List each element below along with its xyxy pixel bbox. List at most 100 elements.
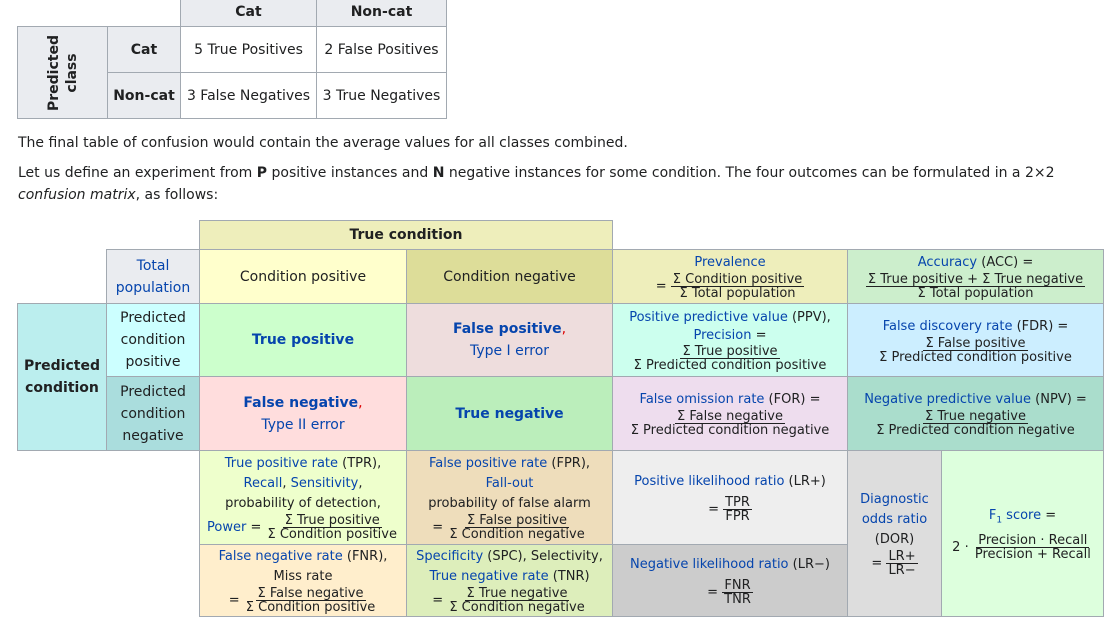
tnr-abbr: (TNR) — [548, 569, 590, 584]
dor-fraction: LR+ LR− — [886, 549, 918, 578]
tnr-den: Σ Condition negative — [449, 600, 585, 615]
fdr-abbr: (FDR) = — [1012, 318, 1069, 334]
fn-comma: , — [358, 394, 363, 411]
fn-text: 3 False Negatives — [186, 87, 311, 104]
true-condition-header: True condition — [199, 220, 613, 250]
p2-part-e: , as follows: — [135, 187, 219, 203]
row-noncat-label: Non-cat — [113, 87, 175, 104]
accuracy-num: Σ True positive + Σ True negative — [865, 272, 1086, 287]
tpr-link[interactable]: True positive rate — [225, 456, 338, 471]
plr-num: TPR — [723, 495, 752, 510]
paragraph-experiment: Let us define an experiment from P posit… — [18, 162, 1098, 206]
sensitivity-link[interactable]: Sensitivity — [291, 476, 359, 491]
dor-cell: Diagnostic odds ratio (DOR) = LR+ LR− — [847, 450, 942, 617]
tn-text: 3 True Negatives — [322, 87, 441, 104]
condition-negative-header: Condition negative — [406, 249, 613, 304]
predicted-class-label: Predicted class — [45, 35, 81, 111]
npv-abbr: (NPV) = — [1031, 392, 1087, 407]
plr-eq: = — [708, 502, 719, 517]
fnr-abbr: (FNR), — [342, 549, 388, 564]
tpr-cell: True positive rate (TPR), Recall, Sensit… — [199, 450, 407, 545]
fnr-link[interactable]: False negative rate — [219, 549, 343, 564]
plr-den: FPR — [725, 509, 750, 524]
true-negative-link[interactable]: True negative — [455, 406, 563, 422]
type-2-error-link[interactable]: Type II error — [261, 414, 344, 436]
fallout-link[interactable]: Fall-out — [486, 474, 534, 494]
dor-abbr: (DOR) — [874, 532, 915, 547]
col-noncat-label: Non-cat — [350, 3, 413, 20]
precision-link[interactable]: Precision — [693, 328, 751, 343]
dor-link[interactable]: Diagnostic odds ratio — [860, 490, 929, 530]
prevalence-den: Σ Total population — [679, 286, 796, 301]
negative-lr-abbr: (LR−) — [788, 557, 830, 572]
tpr-num: Σ True positive — [282, 513, 382, 528]
power-link[interactable]: Power — [207, 520, 246, 535]
dor-num: LR+ — [886, 549, 918, 564]
f1-score-link[interactable]: F1 score — [989, 508, 1041, 526]
col-header-noncat: Non-cat — [316, 0, 447, 27]
fp-text: 2 False Positives — [324, 41, 439, 58]
false-negative-link[interactable]: False negative — [243, 395, 358, 411]
fpr-den: Σ Condition negative — [449, 527, 585, 542]
fpr-link[interactable]: False positive rate — [429, 456, 547, 471]
condition-negative-label: Condition negative — [443, 268, 576, 285]
total-population-cell[interactable]: Total population — [106, 249, 200, 304]
prevalence-link[interactable]: Prevalence — [694, 253, 765, 273]
fpr-num: Σ False positive — [464, 513, 570, 528]
ppv-den: Σ Predicted condition positive — [633, 357, 827, 373]
tnr-cell: Specificity (SPC), Selectivity, True neg… — [406, 544, 613, 617]
predicted-condition-label: Predicted condition — [24, 358, 100, 396]
fpr-cell: False positive rate (FPR), Fall-out prob… — [406, 450, 613, 545]
fdr-link[interactable]: False discovery rate — [883, 319, 1013, 334]
false-positive-link[interactable]: False positive — [453, 321, 562, 337]
pcn-label: Predicted condition negative — [120, 383, 186, 444]
f1-eq: = — [1041, 507, 1057, 523]
fnr-fraction: Σ False negative Σ Condition positive — [244, 587, 378, 614]
true-positive-cell[interactable]: True positive — [199, 303, 407, 377]
fdr-num: Σ False positive — [923, 335, 1028, 351]
negative-lr-cell: Negative likelihood ratio (LR−) = FNR TNR — [612, 544, 848, 617]
f1-den: Precision + Recall — [974, 547, 1091, 563]
for-fraction: Σ False negative Σ Predicted condition ne… — [629, 410, 832, 437]
total-population-link[interactable]: Total population — [116, 255, 191, 299]
power-eq: = — [250, 520, 262, 535]
ppv-num: Σ True positive — [680, 343, 780, 359]
prevalence-num: Σ Condition positive — [670, 272, 805, 287]
tpr-den: Σ Condition positive — [267, 527, 397, 542]
specificity-link[interactable]: Specificity — [416, 549, 483, 564]
tnr-fraction: Σ True negative Σ Condition negative — [447, 587, 586, 614]
ppv-cell: Positive predictive value (PPV), Precisi… — [612, 303, 848, 377]
for-num: Σ False negative — [675, 409, 785, 424]
accuracy-link[interactable]: Accuracy — [918, 255, 977, 270]
paragraph-final-table: The final table of confusion would conta… — [18, 132, 628, 154]
plr-fraction: TPR FPR — [723, 496, 752, 523]
ppv-fraction: Σ True positive Σ Predicted condition pos… — [632, 345, 829, 372]
sensitivity-comma: , — [358, 476, 363, 491]
predicted-class-line1: Predicted — [45, 34, 62, 111]
nlr-eq: = — [707, 585, 719, 600]
true-positive-link[interactable]: True positive — [252, 332, 354, 348]
accuracy-abbr: (ACC) = — [977, 255, 1034, 270]
negative-lr-link[interactable]: Negative likelihood ratio — [630, 557, 789, 572]
false-positive-cell: False positive, Type I error — [406, 303, 613, 377]
npv-link[interactable]: Negative predictive value — [864, 392, 1031, 407]
tnr-link[interactable]: True negative rate — [429, 569, 548, 584]
cell-true-negatives: 3 True Negatives — [316, 72, 447, 119]
for-den: Σ Predicted condition negative — [630, 423, 830, 438]
true-negative-cell[interactable]: True negative — [406, 376, 613, 451]
ppv-link[interactable]: Positive predictive value — [629, 310, 788, 325]
npv-cell: Negative predictive value (NPV) = Σ True… — [847, 376, 1104, 451]
fdr-cell: False discovery rate (FDR) = Σ False pos… — [847, 303, 1104, 377]
tnr-eq: = — [432, 593, 444, 608]
fnr-eq: = — [228, 593, 240, 608]
positive-lr-abbr: (LR+) — [784, 474, 826, 489]
recall-link[interactable]: Recall — [244, 476, 283, 491]
fdr-fraction: Σ False positive Σ Predicted condition po… — [877, 337, 1074, 364]
type-1-error-link[interactable]: Type I error — [470, 340, 549, 362]
dor-den: LR− — [888, 563, 916, 578]
fnr-cell: False negative rate (FNR), Miss rate = Σ… — [199, 544, 407, 617]
cell-true-positives: 5 True Positives — [180, 26, 317, 73]
fnr-den: Σ Condition positive — [245, 600, 376, 615]
positive-lr-link[interactable]: Positive likelihood ratio — [634, 474, 784, 489]
for-link[interactable]: False omission rate — [640, 392, 765, 407]
